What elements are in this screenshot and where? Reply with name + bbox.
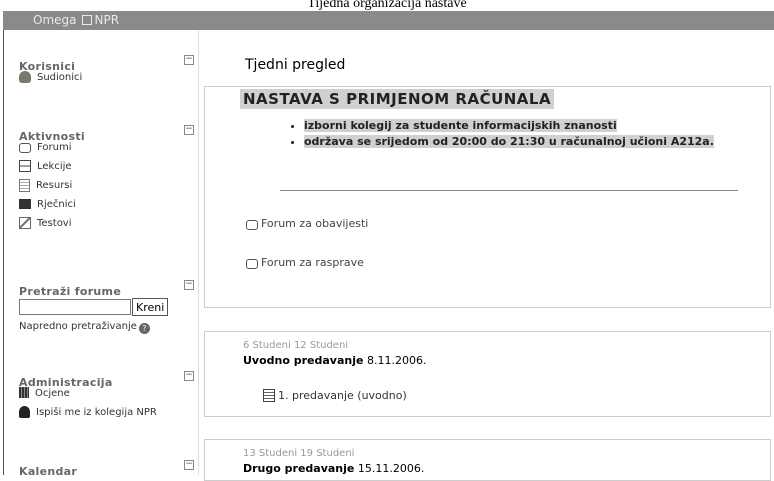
page-title: Tjedni pregled bbox=[245, 57, 346, 73]
block-activities: Aktivnosti − Forumi Lekcije Resursi Rječn… bbox=[19, 125, 194, 236]
left-sidebar: Korisnici − Sudionici Aktivnosti − Forumi … bbox=[4, 30, 199, 478]
collapse-icon[interactable]: − bbox=[184, 125, 194, 135]
forum-search-input[interactable] bbox=[19, 299, 131, 315]
collapse-icon[interactable]: − bbox=[184, 371, 194, 381]
forum-link-discussions[interactable]: Forum za rasprave bbox=[246, 256, 770, 269]
sidebar-item-quizzes[interactable]: Testovi bbox=[19, 217, 194, 236]
course-heading: NASTAVA S PRIMJENOM RAČUNALA bbox=[240, 89, 555, 109]
sidebar-item-lessons[interactable]: Lekcije bbox=[19, 160, 194, 179]
collapse-icon[interactable]: − bbox=[184, 280, 194, 290]
sidebar-item-grades[interactable]: Ocjene bbox=[19, 387, 194, 406]
course-summary-section: NASTAVA S PRIMJENOM RAČUNALA izborni kol… bbox=[204, 86, 771, 308]
week-dates: 13 Studeni 19 Studeni bbox=[243, 448, 355, 459]
week-section: 6 Studeni 12 Studeni Uvodno predavanje 8… bbox=[204, 331, 771, 417]
divider bbox=[280, 190, 738, 191]
block-search-forums: Pretraži forume − Kreni Napredno pretraži… bbox=[19, 280, 194, 334]
document-icon bbox=[263, 389, 275, 402]
block-administration: Administracija − Ocjene Ispiši me iz kole… bbox=[19, 371, 194, 425]
page-caption: Tijedna organizacija nastave bbox=[307, 0, 467, 11]
search-go-button[interactable]: Kreni bbox=[132, 298, 169, 316]
help-icon[interactable]: ? bbox=[138, 323, 150, 334]
week-title: Uvodno predavanje 8.11.2006. bbox=[243, 354, 427, 367]
glossary-icon bbox=[19, 199, 31, 209]
sidebar-item-forums[interactable]: Forumi bbox=[19, 141, 194, 160]
forum-icon bbox=[246, 258, 258, 269]
resource-link[interactable]: 1. predavanje (uvodno) bbox=[263, 389, 770, 402]
lesson-icon bbox=[19, 160, 31, 172]
block-users: Korisnici − Sudionici bbox=[19, 55, 194, 90]
collapse-icon[interactable]: − bbox=[184, 460, 194, 470]
list-item: održava se srijedom od 20:00 do 21:30 u … bbox=[304, 134, 770, 149]
week-dates: 6 Studeni 12 Studeni bbox=[243, 340, 349, 351]
block-title: Kalendar bbox=[19, 465, 78, 478]
forum-icon bbox=[19, 143, 31, 153]
block-title: Administracija bbox=[19, 376, 113, 389]
course-info-list: izborni kolegij za studente informacijsk… bbox=[290, 118, 770, 149]
sidebar-item-unenrol[interactable]: Ispiši me iz kolegija NPR bbox=[19, 406, 194, 425]
quiz-icon bbox=[19, 217, 31, 229]
sidebar-item-glossaries[interactable]: Rječnici bbox=[19, 198, 194, 217]
forum-icon bbox=[246, 219, 258, 230]
breadcrumb-site[interactable]: Omega bbox=[33, 13, 77, 27]
block-title: Pretraži forume bbox=[19, 285, 122, 298]
top-navigation-bar: Omega NPR bbox=[3, 11, 774, 30]
list-item: izborni kolegij za studente informacijsk… bbox=[304, 118, 770, 133]
week-title: Drugo predavanje 15.11.2006. bbox=[243, 462, 425, 475]
forum-link-announcements[interactable]: Forum za obavijesti bbox=[246, 217, 770, 230]
sidebar-item-resources[interactable]: Resursi bbox=[19, 179, 194, 198]
sidebar-item-participants[interactable]: Sudionici bbox=[19, 71, 194, 90]
block-title: Korisnici bbox=[19, 60, 76, 73]
resource-icon bbox=[19, 179, 30, 192]
block-calendar: Kalendar − bbox=[19, 460, 194, 478]
unenrol-icon bbox=[19, 406, 30, 418]
advanced-search-link[interactable]: Napredno pretraživanje bbox=[19, 321, 137, 332]
main-content: Tjedni pregled NASTAVA S PRIMJENOM RAČUN… bbox=[198, 30, 774, 481]
collapse-icon[interactable]: − bbox=[184, 55, 194, 65]
breadcrumb-course[interactable]: NPR bbox=[95, 13, 120, 27]
block-title: Aktivnosti bbox=[19, 130, 85, 143]
breadcrumb-separator-icon bbox=[81, 15, 92, 25]
